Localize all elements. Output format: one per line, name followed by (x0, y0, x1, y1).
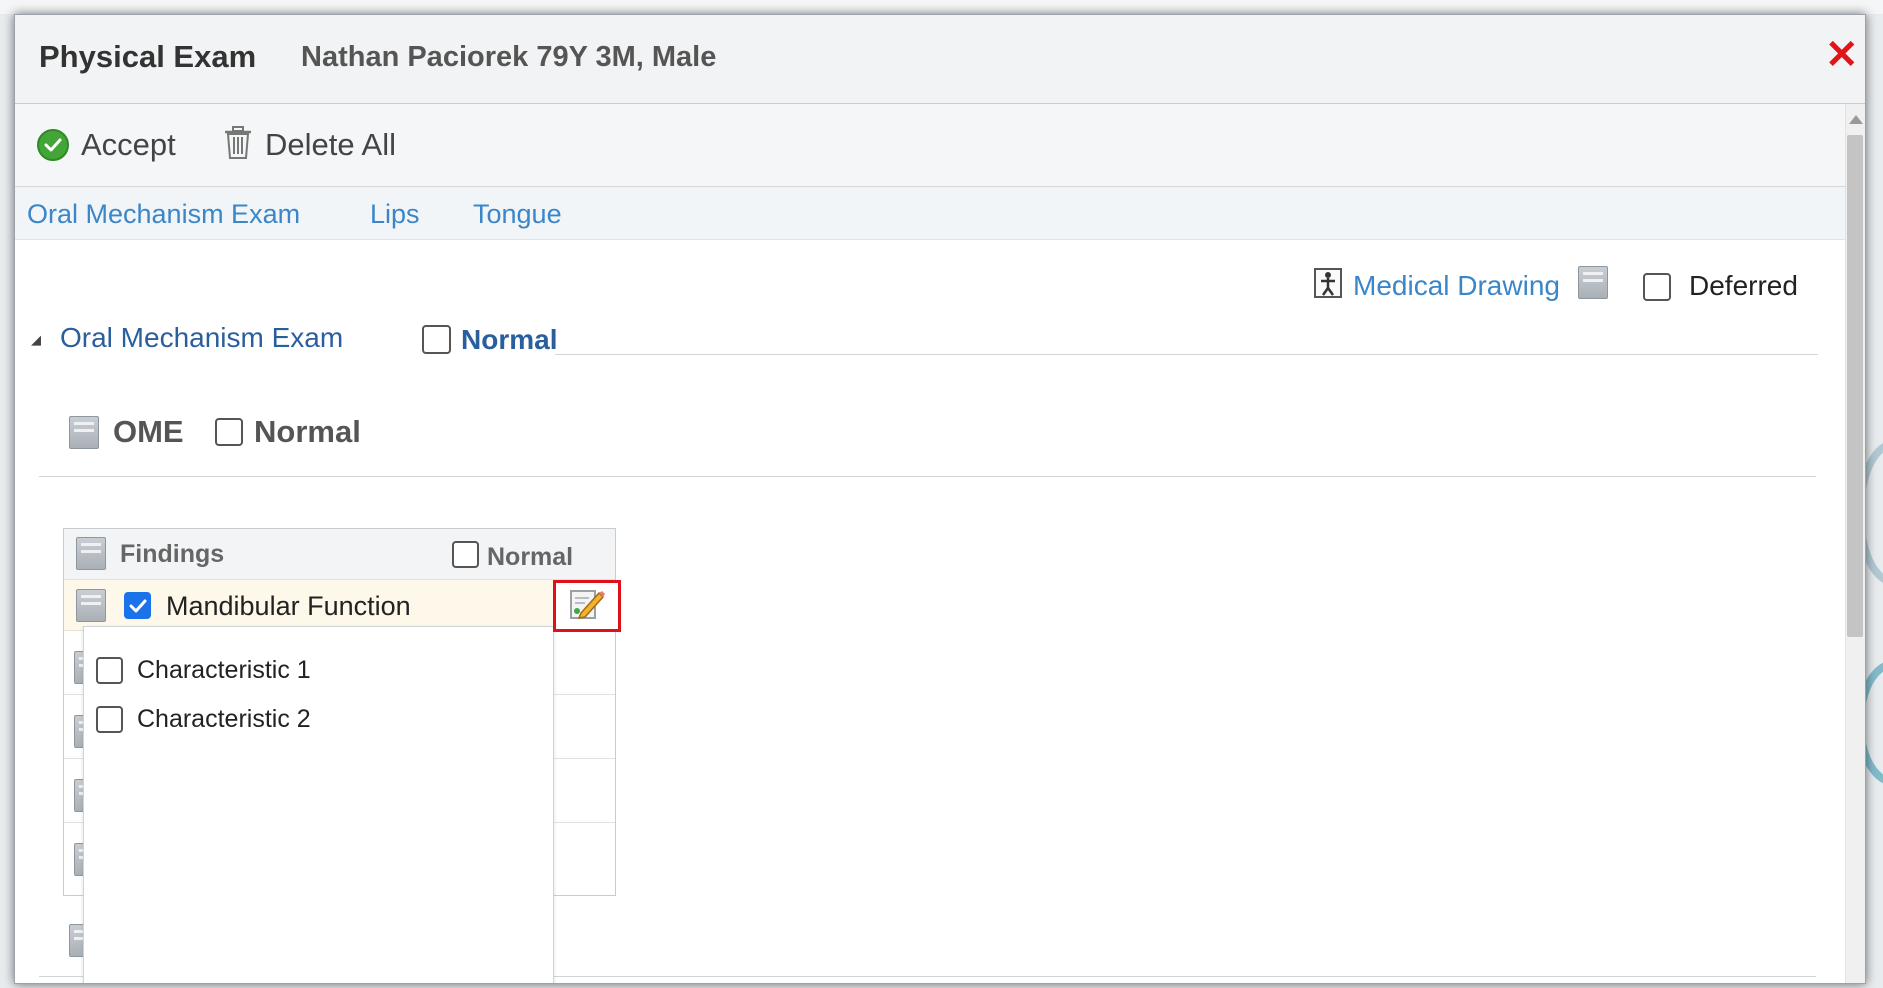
dialog-toolbar: Accept Delete All (15, 104, 1845, 187)
dialog-titlebar: Physical Exam Nathan Paciorek 79Y 3M, Ma… (15, 15, 1865, 104)
delete-all-label: Delete All (265, 127, 396, 162)
tab-oral-mechanism-exam[interactable]: Oral Mechanism Exam (27, 199, 300, 230)
edit-pencil-icon (569, 587, 605, 626)
check-circle-icon (37, 129, 69, 161)
accept-button[interactable]: Accept (37, 104, 176, 186)
exam-content: Medical Drawing Deferred ◢ Oral Mechanis… (15, 240, 1845, 983)
characteristic-2-option[interactable]: Characteristic 2 (96, 702, 311, 736)
physical-exam-dialog: Physical Exam Nathan Paciorek 79Y 3M, Ma… (14, 14, 1866, 984)
tab-lips[interactable]: Lips (370, 199, 420, 230)
characteristic-1-option[interactable]: Characteristic 1 (96, 653, 311, 687)
findings-header-label: Findings (120, 540, 225, 568)
ome-normal-checkbox[interactable] (215, 418, 243, 446)
characteristics-popup: Characteristic 1 Characteristic 2 (83, 626, 554, 983)
form-icon[interactable] (76, 589, 106, 622)
characteristic-1-checkbox[interactable] (96, 656, 123, 684)
findings-normal-checkbox[interactable] (452, 541, 479, 568)
scroll-up-icon[interactable] (1849, 115, 1863, 124)
table-row-selected[interactable]: Mandibular Function (64, 580, 615, 631)
ome-normal-label: Normal (254, 414, 361, 449)
ome-divider (39, 476, 1816, 477)
characteristic-2-checkbox[interactable] (96, 705, 123, 733)
form-icon[interactable] (76, 537, 106, 570)
collapse-icon[interactable]: ◢ (31, 332, 41, 348)
section-normal-checkbox[interactable] (422, 325, 451, 354)
edit-characteristics-button[interactable] (553, 580, 621, 632)
accept-label: Accept (81, 127, 176, 162)
section-tabs: Oral Mechanism Exam Lips Tongue (15, 187, 1845, 240)
dialog-title: Physical Exam (39, 39, 257, 74)
close-icon[interactable]: ✕ (1825, 35, 1859, 75)
form-icon[interactable] (69, 416, 99, 449)
trash-icon (223, 125, 253, 165)
ome-label: OME (113, 414, 184, 449)
form-icon[interactable] (1578, 266, 1608, 299)
deferred-label: Deferred (1689, 270, 1798, 301)
deferred-checkbox[interactable] (1643, 273, 1671, 301)
section-divider (555, 354, 1818, 355)
tab-tongue[interactable]: Tongue (473, 199, 562, 230)
medical-drawing-link[interactable]: Medical Drawing (1353, 270, 1560, 302)
delete-all-button[interactable]: Delete All (223, 104, 396, 186)
section-title[interactable]: Oral Mechanism Exam (60, 322, 343, 354)
section-normal-label: Normal (461, 324, 558, 355)
scrollbar-thumb[interactable] (1847, 135, 1863, 637)
person-icon[interactable] (1314, 268, 1342, 303)
findings-normal-label: Normal (487, 543, 574, 571)
mandibular-function-checkbox[interactable] (124, 592, 151, 619)
patient-info: Nathan Paciorek 79Y 3M, Male (301, 41, 717, 73)
characteristic-1-label: Characteristic 1 (137, 655, 311, 684)
background-strip (0, 0, 1883, 14)
mandibular-function-label: Mandibular Function (166, 591, 411, 621)
characteristic-2-label: Characteristic 2 (137, 704, 311, 733)
findings-header: Findings Normal (64, 529, 615, 580)
